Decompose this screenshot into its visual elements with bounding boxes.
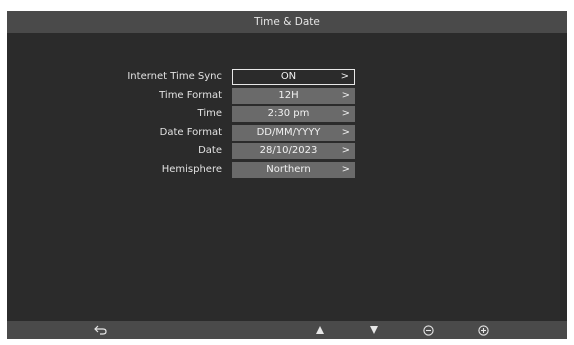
back-icon[interactable] (91, 321, 111, 339)
setting-value-selector[interactable]: Northern > (232, 161, 355, 178)
tv-settings-screen: Time & Date Internet Time Sync ON > Time… (7, 11, 567, 339)
setting-label: Hemisphere (161, 163, 222, 175)
page-title: Time & Date (7, 11, 567, 33)
setting-row-time[interactable]: Time 2:30 pm > (7, 105, 567, 124)
setting-row-date[interactable]: Date 28/10/2023 > (7, 142, 567, 161)
setting-value: Northern (266, 163, 311, 175)
setting-value-selector[interactable]: DD/MM/YYYY > (232, 124, 355, 141)
setting-row-internet-time-sync[interactable]: Internet Time Sync ON > (7, 68, 567, 87)
down-arrow-icon[interactable] (364, 321, 384, 339)
setting-row-hemisphere[interactable]: Hemisphere Northern > (7, 161, 567, 180)
setting-value-selector[interactable]: ON > (232, 69, 355, 85)
setting-label: Time (197, 108, 222, 120)
setting-label: Time Format (159, 89, 222, 101)
setting-value: 12H (278, 89, 299, 101)
setting-value: DD/MM/YYYY (256, 126, 321, 138)
setting-value: 2:30 pm (267, 108, 310, 120)
chevron-right-icon: > (341, 108, 350, 120)
chevron-right-icon: > (341, 145, 350, 157)
chevron-right-icon: > (340, 71, 349, 82)
chevron-right-icon: > (341, 163, 350, 175)
minus-circle-icon[interactable] (418, 321, 438, 339)
setting-row-time-format[interactable]: Time Format 12H > (7, 87, 567, 106)
setting-value-selector[interactable]: 2:30 pm > (232, 106, 355, 123)
settings-list: Internet Time Sync ON > Time Format 12H … (7, 68, 567, 180)
setting-value-selector[interactable]: 12H > (232, 87, 355, 104)
bottom-control-bar (7, 321, 567, 339)
setting-value: ON (280, 71, 297, 82)
setting-row-date-format[interactable]: Date Format DD/MM/YYYY > (7, 124, 567, 143)
setting-value: 28/10/2023 (259, 145, 318, 157)
setting-label: Internet Time Sync (127, 71, 222, 82)
setting-label: Date (198, 145, 222, 157)
chevron-right-icon: > (341, 126, 350, 138)
plus-circle-icon[interactable] (473, 321, 493, 339)
setting-value-selector[interactable]: 28/10/2023 > (232, 143, 355, 160)
up-arrow-icon[interactable] (310, 321, 330, 339)
chevron-right-icon: > (341, 89, 350, 101)
setting-label: Date Format (159, 126, 222, 138)
